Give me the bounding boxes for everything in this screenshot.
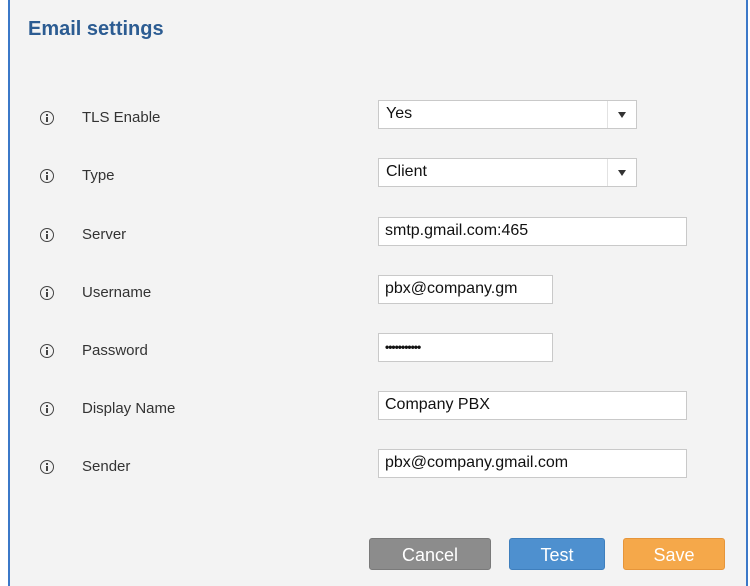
row-display-name: Display Name Company PBX [10, 391, 746, 426]
row-tls-enable: TLS Enable Yes [10, 100, 746, 135]
chevron-down-icon [618, 170, 626, 176]
panel-title: Email settings [28, 18, 164, 40]
info-icon[interactable] [40, 228, 54, 242]
info-icon[interactable] [40, 344, 54, 358]
password-input[interactable]: ••••••••••• [378, 333, 553, 362]
chevron-down-icon [618, 112, 626, 118]
type-select[interactable]: Client [378, 158, 637, 187]
tls-enable-value: Yes [386, 105, 413, 122]
type-value: Client [386, 163, 427, 180]
info-icon[interactable] [40, 169, 54, 183]
save-button[interactable]: Save [623, 538, 725, 570]
tls-enable-label: TLS Enable [82, 109, 161, 126]
cancel-button[interactable]: Cancel [369, 538, 491, 570]
tls-enable-select[interactable]: Yes [378, 100, 637, 129]
password-label: Password [82, 342, 148, 359]
username-input[interactable]: pbx@company.gm [378, 275, 553, 304]
username-label: Username [82, 284, 152, 301]
row-username: Username pbx@company.gm [10, 275, 746, 310]
display-name-value: Company PBX [385, 396, 490, 413]
info-icon[interactable] [40, 286, 54, 300]
info-icon[interactable] [40, 111, 54, 125]
email-settings-panel: Email settings TLS Enable Yes Type Clien… [8, 0, 748, 586]
display-name-label: Display Name [82, 400, 176, 417]
sender-label: Sender [82, 458, 131, 475]
server-input[interactable]: smtp.gmail.com:465 [378, 217, 687, 246]
sender-input[interactable]: pbx@company.gmail.com [378, 449, 687, 478]
dropdown-toggle[interactable] [607, 159, 636, 186]
server-label: Server [82, 226, 127, 243]
sender-value: pbx@company.gmail.com [385, 454, 569, 471]
server-value: smtp.gmail.com:465 [385, 222, 529, 239]
dropdown-toggle[interactable] [607, 101, 636, 128]
row-password: Password ••••••••••• [10, 333, 746, 368]
username-value: pbx@company.gm [385, 280, 518, 297]
row-server: Server smtp.gmail.com:465 [10, 217, 746, 252]
info-icon[interactable] [40, 460, 54, 474]
display-name-input[interactable]: Company PBX [378, 391, 687, 420]
info-icon[interactable] [40, 402, 54, 416]
test-button[interactable]: Test [509, 538, 605, 570]
password-value: ••••••••••• [385, 340, 421, 354]
type-label: Type [82, 167, 115, 184]
row-type: Type Client [10, 158, 746, 193]
row-sender: Sender pbx@company.gmail.com [10, 449, 746, 484]
